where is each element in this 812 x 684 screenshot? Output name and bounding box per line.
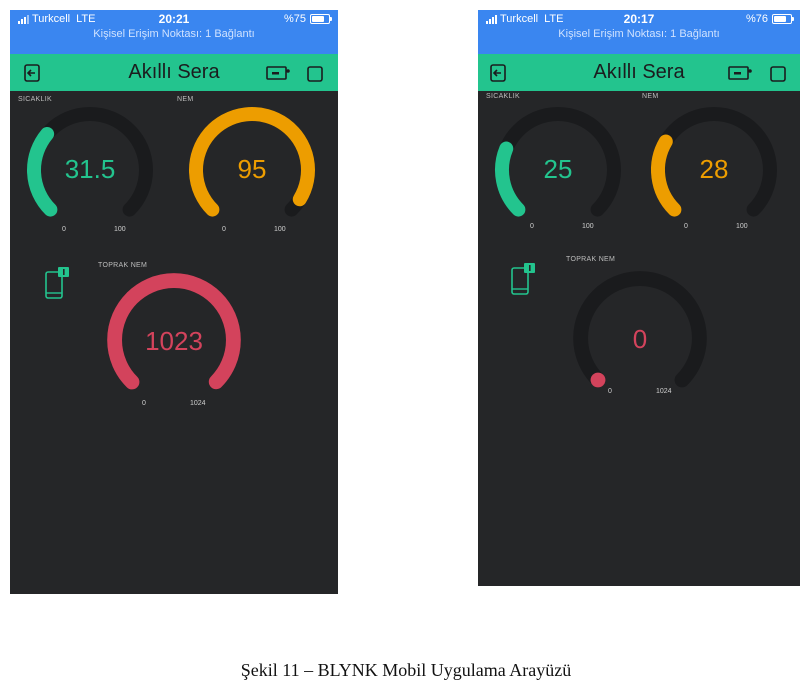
gauge-max: 100: [736, 223, 748, 230]
gauge-nem[interactable]: 28 0 100: [648, 104, 780, 236]
gauge-label-nem: NEM: [177, 96, 194, 103]
device-icon[interactable]: [266, 65, 290, 81]
notification-icon[interactable]: [44, 266, 72, 300]
battery-percent: %75: [283, 13, 306, 25]
hotspot-banner[interactable]: Kişisel Erişim Noktası: 1 Bağlantı: [478, 28, 800, 40]
gauge-value: 25: [543, 154, 573, 184]
notification-icon[interactable]: [510, 262, 538, 296]
gauge-min: 0: [222, 226, 226, 233]
gauge-fill: [590, 372, 606, 388]
stop-icon[interactable]: [770, 66, 786, 82]
gauge-label-toprak-nem: TOPRAK NEM: [98, 262, 148, 269]
gauge-value: 31.5: [64, 154, 116, 184]
app-header: Akıllı Sera: [10, 54, 338, 91]
gauge-max: 100: [582, 223, 594, 230]
app-header: Akıllı Sera: [478, 54, 800, 91]
gauge-toprak-nem[interactable]: 1023 0 1024: [104, 270, 244, 410]
phone-screen-2: Turkcell LTE 20:17 %76 Kişisel Erişim No…: [478, 10, 800, 586]
battery-icon: [310, 14, 332, 24]
hotspot-banner[interactable]: Kişisel Erişim Noktası: 1 Bağlantı: [10, 28, 338, 40]
gauge-label-toprak-nem: TOPRAK NEM: [566, 256, 616, 263]
gauge-label-sicaklik: SICAKLIK: [18, 96, 52, 103]
gauge-min: 0: [684, 223, 688, 230]
phone-screen-1: Turkcell LTE 20:21 %75 Kişisel Erişim No…: [10, 10, 338, 594]
battery-percent: %76: [745, 13, 768, 25]
gauge-max: 1024: [190, 400, 206, 407]
battery: %76: [745, 13, 794, 25]
gauge-min: 0: [608, 388, 612, 395]
gauge-nem[interactable]: 95 0 100: [186, 104, 318, 236]
gauge-value: 95: [237, 154, 267, 184]
status-bar: Turkcell LTE 20:21 %75 Kişisel Erişim No…: [10, 10, 338, 54]
status-bar: Turkcell LTE 20:17 %76 Kişisel Erişim No…: [478, 10, 800, 54]
gauge-toprak-nem[interactable]: 0 0 1024: [570, 268, 710, 408]
figure-caption: Şekil 11 – BLYNK Mobil Uygulama Arayüzü: [240, 660, 572, 680]
device-icon[interactable]: [728, 65, 752, 81]
gauge-value: 28: [699, 154, 729, 184]
gauge-max: 100: [114, 226, 126, 233]
gauge-min: 0: [142, 400, 146, 407]
gauge-label-sicaklik: SICAKLIK: [486, 93, 520, 100]
gauge-sicaklik[interactable]: 31.5 0 100: [24, 104, 156, 236]
gauge-value: 1023: [145, 326, 203, 356]
gauge-min: 0: [530, 223, 534, 230]
gauge-max: 1024: [656, 388, 672, 395]
gauge-label-nem: NEM: [642, 93, 659, 100]
gauge-min: 0: [62, 226, 66, 233]
battery-icon: [772, 14, 794, 24]
battery: %75: [283, 13, 332, 25]
gauge-max: 100: [274, 226, 286, 233]
stop-icon[interactable]: [307, 66, 323, 82]
gauge-value: 0: [632, 324, 648, 354]
gauge-sicaklik[interactable]: 25 0 100: [492, 104, 624, 236]
